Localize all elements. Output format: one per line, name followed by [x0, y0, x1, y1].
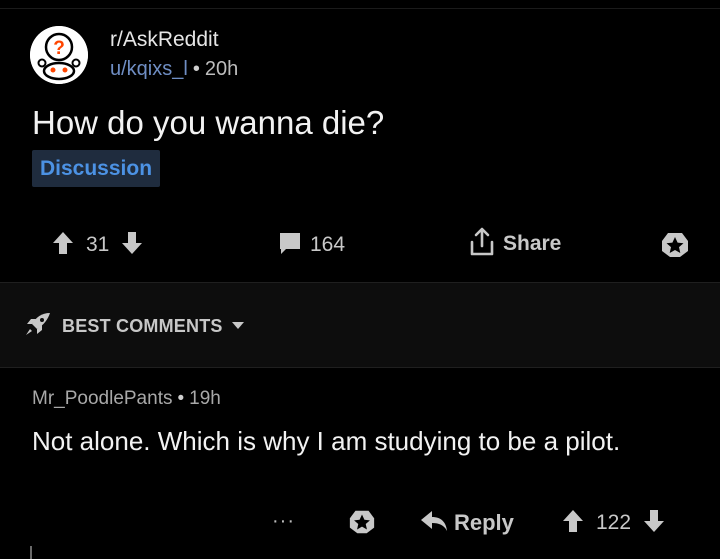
comment-score: 122	[596, 511, 632, 534]
reply-label: Reply	[454, 510, 514, 535]
comment-sort-bar[interactable]: BEST COMMENTS	[0, 282, 720, 368]
comment-action-bar: ··· Reply 122	[0, 502, 720, 546]
post-title[interactable]: How do you wanna die?	[32, 102, 384, 144]
post-age: 20h	[204, 58, 239, 80]
award-star-icon[interactable]	[348, 508, 376, 536]
reply-arrow-icon	[420, 509, 448, 538]
comments-button[interactable]: 164	[278, 231, 345, 259]
post-author-line: u/kqixs_l • 20h	[110, 56, 238, 82]
post-score: 31	[86, 233, 110, 256]
askreddit-snoo-icon[interactable]: ?	[30, 26, 88, 84]
share-icon	[469, 227, 495, 262]
comment-author[interactable]: Mr_PoodlePants	[32, 388, 172, 409]
top-divider	[0, 8, 720, 9]
sort-selector[interactable]: BEST COMMENTS	[24, 311, 245, 341]
upvote-arrow-icon[interactable]	[52, 231, 74, 260]
post-flair[interactable]: Discussion	[32, 150, 161, 187]
comment-count: 164	[310, 233, 346, 256]
downvote-arrow-icon[interactable]	[121, 231, 143, 260]
share-label: Share	[503, 232, 562, 255]
thread-line	[30, 546, 32, 559]
reply-button[interactable]: Reply	[420, 507, 514, 539]
comment-body: Not alone. Which is why I am studying to…	[32, 426, 621, 456]
sort-label: BEST COMMENTS	[62, 315, 223, 336]
chevron-down-icon	[231, 317, 245, 335]
post-author[interactable]: u/kqixs_l	[110, 58, 188, 80]
comment-age: 19h	[189, 388, 221, 409]
post-meta: r/AskReddit u/kqixs_l • 20h	[110, 26, 238, 82]
award-star-icon[interactable]	[660, 231, 690, 259]
post-vote-controls: 31	[52, 231, 143, 259]
comment-meta: Mr_PoodlePants • 19h	[32, 386, 221, 412]
comment-bubble-icon	[278, 231, 302, 260]
upvote-arrow-icon[interactable]	[562, 509, 584, 538]
comment-meta-separator: •	[177, 388, 185, 409]
subreddit-name[interactable]: r/AskReddit	[110, 26, 238, 54]
meta-separator: •	[192, 58, 200, 80]
post-action-bar: 31 164 Share	[0, 223, 720, 269]
more-options-button[interactable]: ···	[272, 510, 295, 533]
downvote-arrow-icon[interactable]	[643, 509, 665, 538]
share-button[interactable]: Share	[469, 227, 562, 262]
rocket-icon	[24, 311, 52, 342]
svg-text:?: ?	[53, 38, 65, 59]
comment-vote-controls: 122	[562, 507, 665, 539]
